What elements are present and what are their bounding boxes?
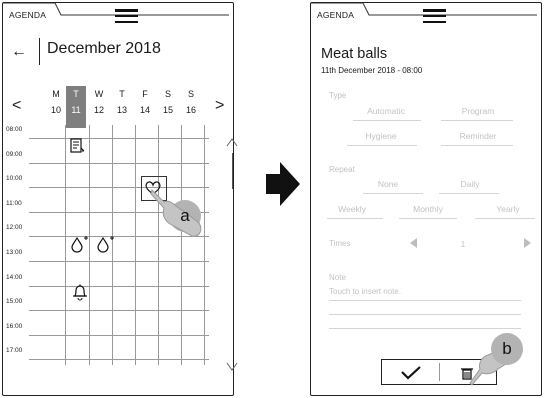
hamburger-menu-icon[interactable] bbox=[423, 9, 446, 24]
next-week-button[interactable]: > bbox=[215, 97, 224, 115]
repeat-option-weekly[interactable]: Weekly bbox=[327, 204, 377, 214]
times-decrease-icon[interactable] bbox=[410, 238, 418, 248]
hour-gridline bbox=[29, 261, 209, 262]
agenda-calendar-screen: AGENDA ← December 2018 < > M 10 T 11 W 12 T 13 F… bbox=[2, 2, 238, 396]
water-drop-plus-icon[interactable] bbox=[96, 235, 116, 253]
back-arrow-icon[interactable]: ← bbox=[11, 43, 27, 61]
underline bbox=[327, 218, 383, 219]
day-column-header[interactable]: T 11 bbox=[66, 86, 86, 128]
repeat-option-monthly[interactable]: Monthly bbox=[403, 204, 453, 214]
day-gridline bbox=[65, 125, 66, 365]
day-column-header[interactable]: S 16 bbox=[181, 86, 201, 122]
note-input[interactable]: Touch to insert note. bbox=[329, 287, 401, 296]
day-letter: F bbox=[142, 89, 148, 99]
day-letter: T bbox=[73, 89, 79, 99]
type-option-program[interactable]: Program bbox=[443, 106, 513, 116]
callout-a-label: a bbox=[180, 206, 190, 225]
hour-label: 11:00 bbox=[6, 199, 22, 207]
hour-gridline bbox=[29, 310, 209, 312]
hour-gridline bbox=[29, 138, 209, 139]
water-drop-plus-icon[interactable] bbox=[70, 235, 90, 253]
day-number: 13 bbox=[116, 105, 127, 115]
underline bbox=[363, 193, 423, 194]
bell-icon[interactable] bbox=[72, 284, 88, 301]
day-number: 12 bbox=[93, 105, 104, 115]
button-divider bbox=[439, 363, 440, 381]
hour-label: 12:00 bbox=[6, 224, 23, 232]
day-column-header[interactable]: M 10 bbox=[46, 86, 66, 122]
day-column-header[interactable]: F 14 bbox=[135, 86, 155, 122]
day-gridline bbox=[158, 125, 159, 365]
day-column-header[interactable]: W 12 bbox=[89, 86, 109, 122]
prev-week-button[interactable]: < bbox=[12, 97, 21, 115]
event-datetime: 11th December 2018 - 08:00 bbox=[321, 66, 423, 75]
note-label: Note bbox=[329, 273, 346, 282]
header-divider bbox=[39, 38, 41, 65]
day-letter: M bbox=[52, 89, 60, 99]
note-line bbox=[329, 300, 521, 301]
underline bbox=[347, 145, 417, 146]
agenda-tab[interactable]: AGENDA bbox=[9, 10, 46, 20]
repeat-label: Repeat bbox=[329, 165, 355, 174]
scrollbar-thumb[interactable] bbox=[232, 153, 233, 189]
underline bbox=[441, 145, 513, 146]
underline bbox=[439, 193, 499, 194]
underline bbox=[441, 120, 513, 121]
day-number: 10 bbox=[50, 105, 61, 115]
agenda-event-detail-screen: AGENDA Meat balls 11th December 2018 - 0… bbox=[310, 2, 542, 396]
times-increase-icon[interactable] bbox=[524, 238, 532, 248]
hour-label: 13:00 bbox=[6, 249, 23, 256]
callout-b: b bbox=[491, 333, 523, 365]
day-gridline bbox=[204, 125, 205, 365]
day-column-header[interactable]: S 15 bbox=[158, 86, 178, 122]
day-number: 16 bbox=[185, 105, 196, 115]
times-label: Times bbox=[329, 239, 351, 248]
confirm-check-icon[interactable] bbox=[400, 365, 422, 380]
hour-gridline bbox=[29, 162, 209, 164]
day-number: 14 bbox=[139, 105, 150, 115]
day-letter: S bbox=[187, 89, 194, 99]
underline bbox=[353, 120, 421, 121]
day-number: 11 bbox=[71, 105, 81, 115]
underline bbox=[475, 218, 535, 219]
event-title: Meat balls bbox=[321, 46, 388, 62]
scroll-up-icon[interactable] bbox=[226, 136, 238, 150]
scroll-down-icon[interactable] bbox=[226, 361, 238, 375]
type-option-reminder[interactable]: Reminder bbox=[443, 131, 513, 141]
hour-gridline bbox=[29, 334, 209, 336]
day-letter: W bbox=[94, 89, 104, 99]
hour-label: 14:00 bbox=[6, 273, 23, 281]
day-column-header[interactable]: T 13 bbox=[112, 86, 132, 122]
agenda-tab[interactable]: AGENDA bbox=[317, 10, 354, 20]
month-title: December 2018 bbox=[47, 40, 161, 57]
note-line bbox=[329, 328, 521, 329]
underline bbox=[399, 218, 457, 219]
type-option-hygiene[interactable]: Hygiene bbox=[346, 131, 416, 141]
repeat-option-yearly[interactable]: Yearly bbox=[483, 204, 533, 214]
hour-gridline bbox=[29, 359, 209, 361]
day-gridline bbox=[181, 125, 182, 365]
hamburger-menu-icon[interactable] bbox=[115, 9, 138, 24]
hour-label: 08:00 bbox=[6, 126, 23, 133]
hour-label: 09:00 bbox=[6, 150, 23, 158]
note-line bbox=[329, 314, 521, 315]
type-label: Type bbox=[329, 91, 347, 100]
day-number: 15 bbox=[162, 105, 173, 115]
day-gridline bbox=[135, 125, 136, 365]
times-value: 1 bbox=[460, 239, 466, 249]
hour-label: 15:00 bbox=[6, 298, 23, 306]
type-option-automatic[interactable]: Automatic bbox=[351, 106, 421, 116]
hour-label: 10:00 bbox=[6, 175, 23, 183]
hour-label: 17:00 bbox=[6, 347, 23, 355]
hour-label: 16:00 bbox=[6, 322, 23, 330]
program-sheet-icon[interactable] bbox=[70, 138, 86, 154]
repeat-option-daily[interactable]: Daily bbox=[445, 179, 495, 189]
flow-arrow-icon bbox=[266, 162, 300, 206]
day-letter: T bbox=[119, 89, 125, 99]
day-letter: S bbox=[164, 89, 171, 99]
repeat-option-none[interactable]: None bbox=[363, 179, 413, 189]
hour-gridline bbox=[29, 285, 209, 287]
